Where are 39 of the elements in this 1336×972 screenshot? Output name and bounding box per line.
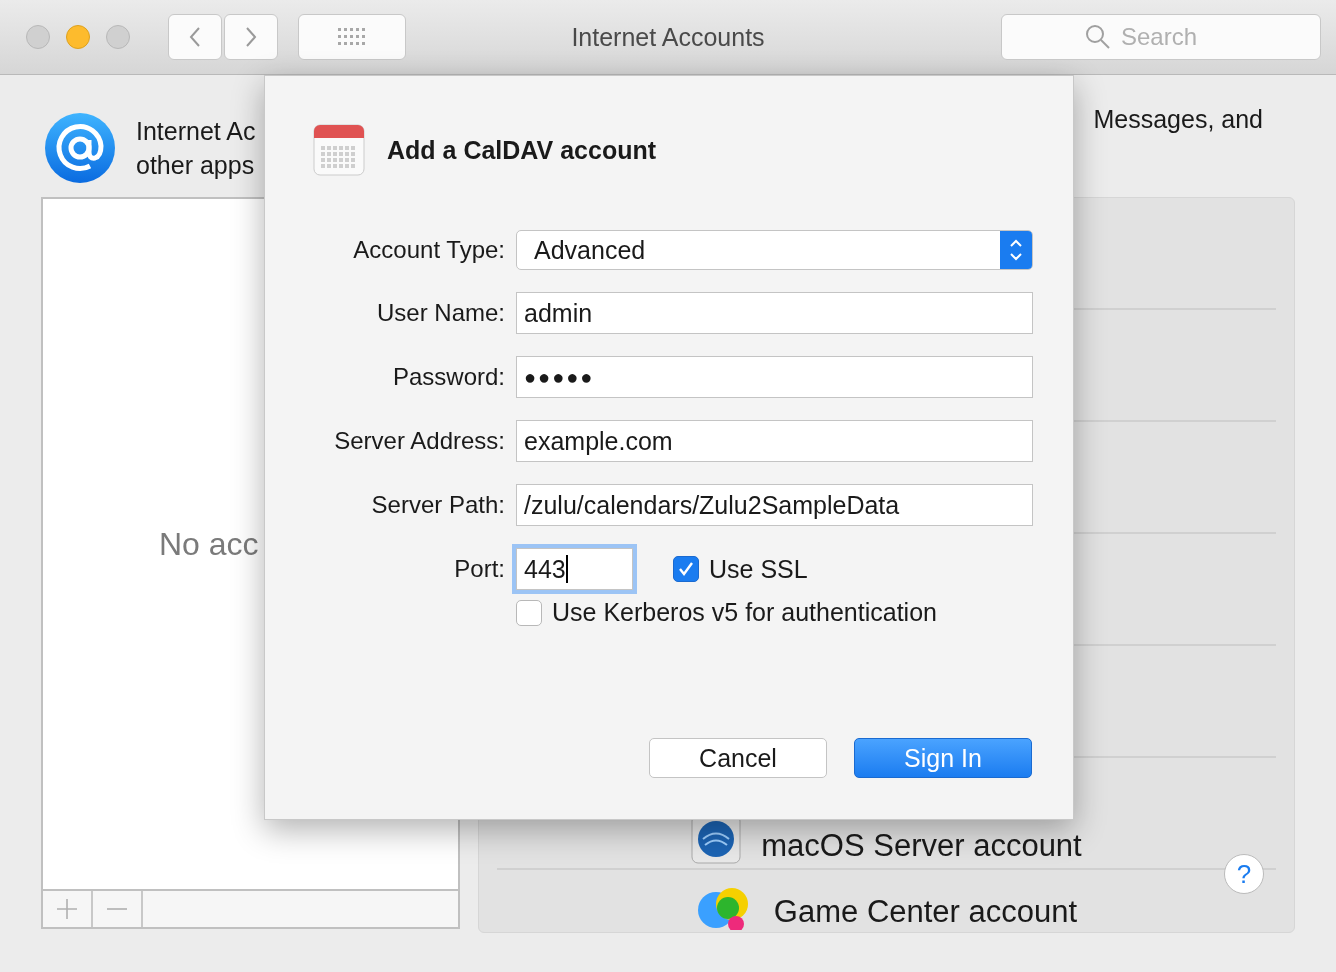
description-text: Messages, and [1093,105,1263,134]
dialog-title: Add a CalDAV account [387,135,657,165]
field-label: User Name: [375,299,505,327]
field-label: Server Path: [370,491,505,519]
text-field[interactable]: admin [516,292,1033,334]
chevron-left-icon [188,26,202,48]
search-icon [1085,24,1111,50]
at-sign-icon [44,112,116,184]
forward-button[interactable] [224,14,278,60]
chevron-right-icon [244,26,258,48]
checkbox[interactable]: Use SSL [673,554,808,584]
minimize-button[interactable] [66,25,90,49]
zoom-button[interactable] [106,25,130,49]
grid-icon [337,27,367,47]
description-text: Internet Ac [136,116,256,147]
plus-icon [56,898,78,920]
account-type-dropdown[interactable]: Advanced [516,230,1033,270]
field-label: Password: [391,363,505,391]
help-button[interactable]: ? [1224,854,1264,894]
calendar-icon [313,124,365,176]
window-title: Internet Accounts [571,22,765,52]
minus-icon [106,908,128,910]
account-type-label[interactable]: macOS Server account [761,828,1082,864]
text-field[interactable]: /zulu/calendars/Zulu2SampleData [516,484,1033,526]
search-field[interactable]: Search [1001,14,1321,60]
cancel-button[interactable]: Cancel [649,738,827,778]
close-button[interactable] [26,25,50,49]
account-type-label[interactable]: Game Center account [773,894,1078,930]
description-text: other apps [136,150,256,181]
empty-list-text: No acc [159,525,259,563]
back-button[interactable] [168,14,222,60]
checkbox[interactable]: Use Kerberos v5 for authentication [516,598,1033,627]
show-all-button[interactable] [298,14,406,60]
password-field[interactable]: ●●●●● [516,356,1033,398]
field-label: Port: [453,555,505,583]
field-label: Server Address: [333,427,505,455]
field-label: Account Type: [352,236,505,264]
text-field[interactable]: example.com [516,420,1033,462]
chevron-icon [1000,231,1032,269]
